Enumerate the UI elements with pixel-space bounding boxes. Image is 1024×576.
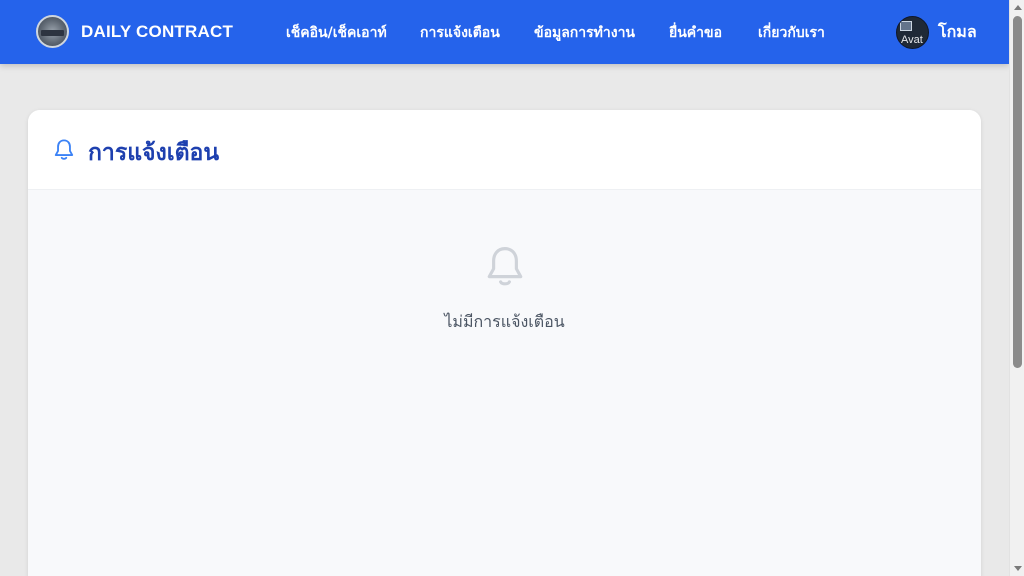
nav-link-checkin-checkout[interactable]: เช็คอิน/เช็คเอาท์ — [286, 22, 387, 44]
scrollbar-thumb[interactable] — [1013, 16, 1022, 368]
bell-icon — [54, 139, 74, 160]
notifications-card: การแจ้งเตือน ไม่มีการแจ้งเตือน — [28, 110, 981, 576]
bell-icon — [487, 247, 523, 286]
main-nav: เช็คอิน/เช็คเอาท์ การแจ้งเตือน ข้อมูลการ… — [0, 0, 1009, 64]
scroll-down-arrow-icon[interactable] — [1014, 566, 1022, 571]
user-menu[interactable]: Avat โกมล — [896, 16, 977, 49]
card-header: การแจ้งเตือน — [28, 110, 981, 190]
page-title: การแจ้งเตือน — [88, 140, 220, 166]
broken-image-icon — [900, 21, 912, 31]
nav-link-about-us[interactable]: เกี่ยวกับเรา — [758, 22, 825, 44]
nav-link-notifications[interactable]: การแจ้งเตือน — [420, 22, 500, 44]
user-name: โกมล — [938, 22, 977, 41]
top-navbar: DAILY CONTRACT เช็คอิน/เช็คเอาท์ การแจ้ง… — [0, 0, 1009, 64]
nav-link-work-info[interactable]: ข้อมูลการทำงาน — [534, 22, 635, 44]
avatar: Avat — [896, 16, 929, 49]
avatar-alt-text: Avat — [901, 34, 923, 46]
scroll-up-arrow-icon[interactable] — [1014, 5, 1022, 10]
nav-link-submit-request[interactable]: ยื่นคำขอ — [669, 22, 722, 44]
page-scrollbar[interactable] — [1009, 0, 1024, 576]
empty-state-message: ไม่มีการแจ้งเตือน — [444, 312, 565, 331]
